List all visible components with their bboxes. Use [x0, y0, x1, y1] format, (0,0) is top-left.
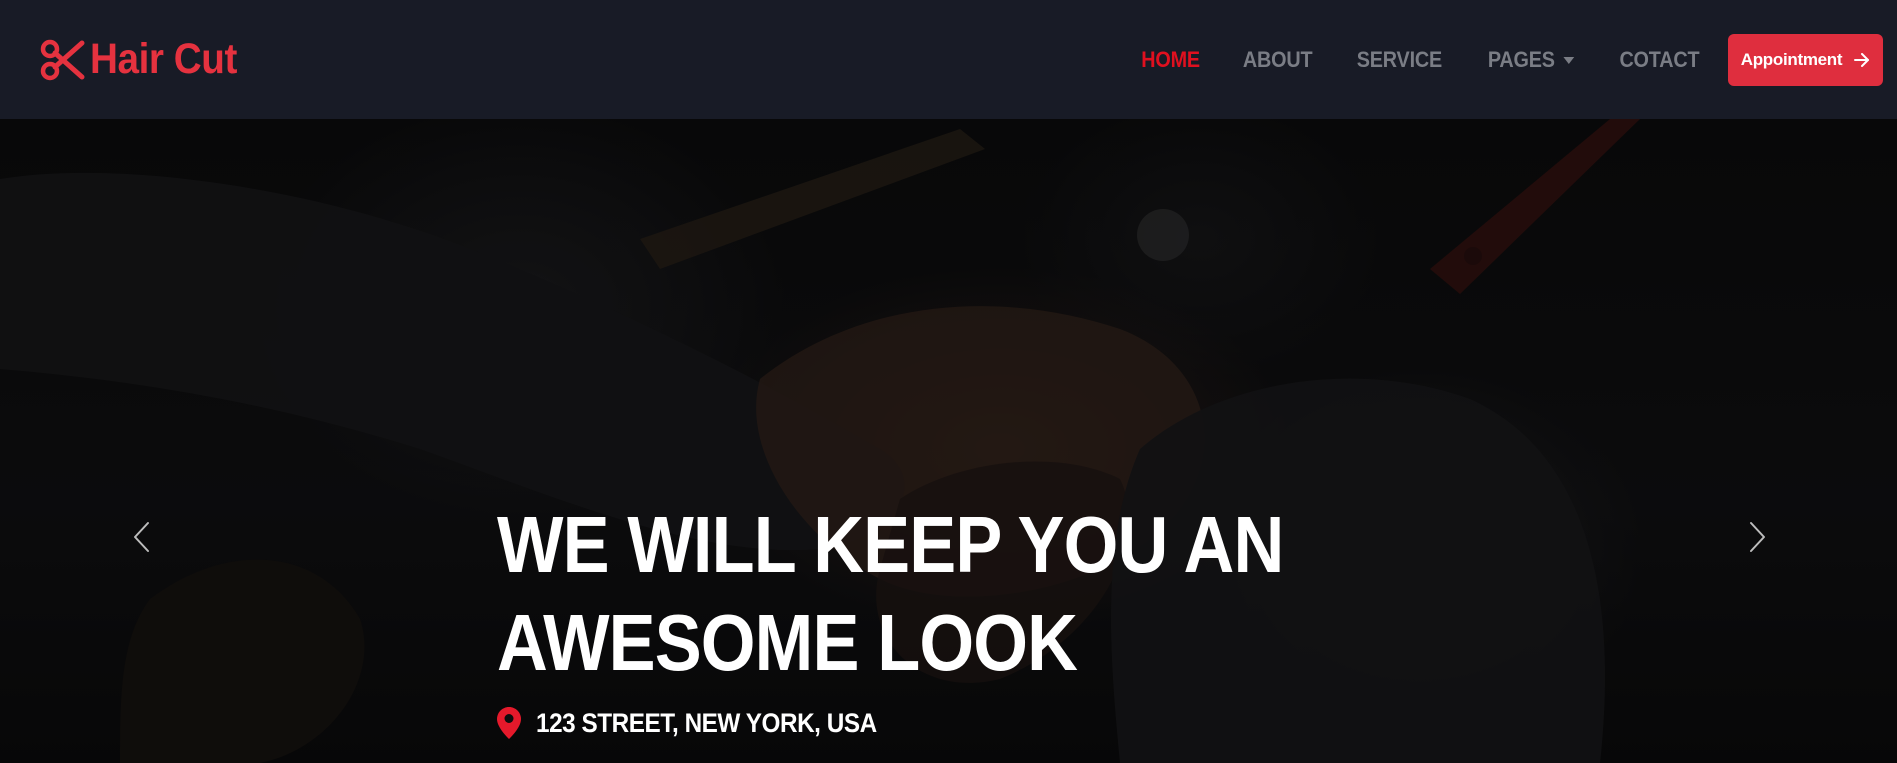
carousel-prev-button[interactable] [112, 509, 172, 569]
map-pin-icon [497, 707, 521, 739]
hero-carousel: WE WILL KEEP YOU AN AWESOME LOOK 123 STR… [0, 119, 1897, 763]
chevron-left-icon [132, 521, 152, 558]
chevron-right-icon [1747, 521, 1767, 558]
carousel-next-button[interactable] [1727, 509, 1787, 569]
nav-link-home[interactable]: HOME [1141, 47, 1200, 73]
hero-title-line-1: WE WILL KEEP YOU AN [497, 500, 1284, 589]
caret-down-icon [1563, 57, 1575, 64]
nav-menu: HOME ABOUT SERVICE PAGES COTACT Appointm… [1102, 33, 1883, 86]
navbar: Hair Cut HOME ABOUT SERVICE PAGES COTACT… [0, 0, 1897, 119]
hero-title-line-2: AWESOME LOOK [497, 598, 1078, 687]
brand-name: Hair Cut [90, 35, 237, 83]
appointment-button[interactable]: Appointment [1728, 33, 1883, 86]
hero-title: WE WILL KEEP YOU AN AWESOME LOOK [497, 496, 1284, 692]
nav-link-contact[interactable]: COTACT [1620, 47, 1700, 73]
nav-link-pages-label: PAGES [1487, 46, 1555, 72]
brand-logo-link[interactable]: Hair Cut [40, 35, 253, 84]
hero-address-text: 123 STREET, NEW YORK, USA [536, 707, 877, 738]
hero-address: 123 STREET, NEW YORK, USA [497, 707, 915, 739]
nav-link-service[interactable]: SERVICE [1357, 47, 1442, 73]
scissors-icon [40, 37, 86, 83]
arrow-right-icon [1854, 52, 1870, 67]
nav-link-pages[interactable]: PAGES [1488, 47, 1575, 73]
nav-link-about[interactable]: ABOUT [1243, 47, 1313, 73]
appointment-button-label: Appointment [1740, 49, 1843, 69]
